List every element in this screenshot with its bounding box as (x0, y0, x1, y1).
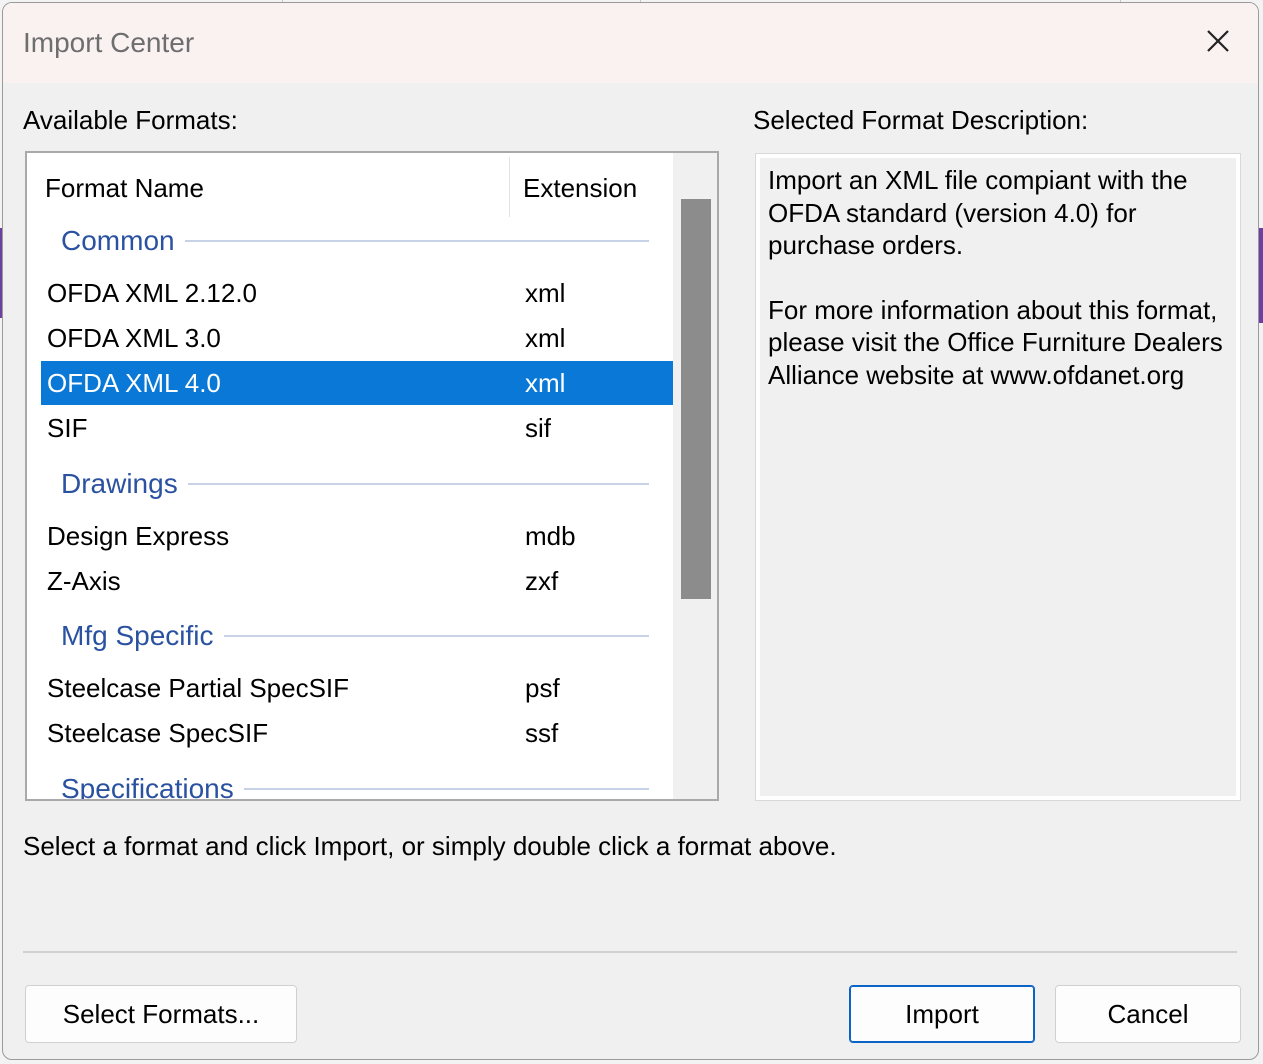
group-heading-specifications: Specifications (61, 773, 649, 801)
import-center-dialog: Import Center Available Formats: Selecte… (2, 2, 1259, 1060)
format-description-text: Import an XML file compiant with the OFD… (760, 158, 1236, 796)
cancel-button[interactable]: Cancel (1055, 985, 1241, 1043)
format-description-label: Selected Format Description: (753, 105, 1089, 135)
format-extension: sif (525, 413, 551, 443)
format-row-steelcase-specsif[interactable]: Steelcase SpecSIF ssf (41, 711, 673, 755)
format-extension: ssf (525, 718, 559, 748)
format-name: OFDA XML 4.0 (47, 368, 221, 398)
description-paragraph: Import an XML file compiant with the OFD… (768, 165, 1188, 260)
group-divider (187, 483, 649, 485)
format-row-design-express[interactable]: Design Express mdb (41, 514, 673, 558)
format-extension: xml (525, 368, 566, 398)
group-heading-label: Drawings (61, 468, 178, 499)
format-extension: xml (525, 278, 566, 308)
format-extension: zxf (525, 566, 559, 596)
close-icon (1207, 30, 1229, 52)
title-bar: Import Center (3, 3, 1258, 83)
footer-divider (23, 951, 1237, 953)
format-extension: xml (525, 323, 566, 353)
format-name: Z-Axis (47, 566, 121, 596)
select-formats-button[interactable]: Select Formats... (25, 985, 297, 1043)
column-header-extension[interactable]: Extension (523, 173, 637, 204)
available-formats-label: Available Formats: (23, 105, 238, 135)
format-description-box: Import an XML file compiant with the OFD… (755, 153, 1241, 801)
close-button[interactable] (1178, 3, 1258, 83)
list-scrollbar[interactable] (673, 153, 717, 799)
format-row-steelcase-partial-specsif[interactable]: Steelcase Partial SpecSIF psf (41, 666, 673, 710)
format-row-sif[interactable]: SIF sif (41, 406, 673, 450)
group-heading-mfg-specific: Mfg Specific (61, 620, 649, 652)
format-row-ofda-xml-2-12-0[interactable]: OFDA XML 2.12.0 xml (41, 271, 673, 315)
list-header: Format Name Extension (27, 153, 673, 219)
format-row-z-axis[interactable]: Z-Axis zxf (41, 559, 673, 603)
scrollbar-thumb[interactable] (681, 199, 711, 599)
dialog-title: Import Center (23, 27, 195, 58)
instruction-text: Select a format and click Import, or sim… (23, 831, 837, 861)
group-heading-drawings: Drawings (61, 468, 649, 500)
format-name: Steelcase SpecSIF (47, 718, 269, 748)
group-divider (184, 240, 649, 242)
column-separator (509, 157, 510, 217)
group-heading-label: Mfg Specific (61, 620, 214, 651)
backdrop-accent (1259, 228, 1263, 323)
format-name: Steelcase Partial SpecSIF (47, 673, 350, 703)
format-extension: mdb (525, 521, 576, 551)
import-button[interactable]: Import (849, 985, 1035, 1043)
format-name: Design Express (47, 521, 230, 551)
group-heading-label: Specifications (61, 773, 234, 801)
formats-list[interactable]: Format Name Extension Common OFDA XML 2.… (25, 151, 719, 801)
format-name: SIF (47, 413, 88, 443)
group-heading-label: Common (61, 225, 175, 256)
group-divider (223, 635, 649, 637)
format-name: OFDA XML 3.0 (47, 323, 221, 353)
description-paragraph: For more information about this format, … (768, 294, 1223, 390)
format-name: OFDA XML 2.12.0 (47, 278, 258, 308)
group-divider (243, 788, 649, 790)
format-row-ofda-xml-4-0[interactable]: OFDA XML 4.0 xml (41, 361, 673, 405)
format-row-ofda-xml-3-0[interactable]: OFDA XML 3.0 xml (41, 316, 673, 360)
column-header-format-name[interactable]: Format Name (45, 173, 204, 204)
format-extension: psf (525, 673, 560, 703)
group-heading-common: Common (61, 225, 649, 257)
